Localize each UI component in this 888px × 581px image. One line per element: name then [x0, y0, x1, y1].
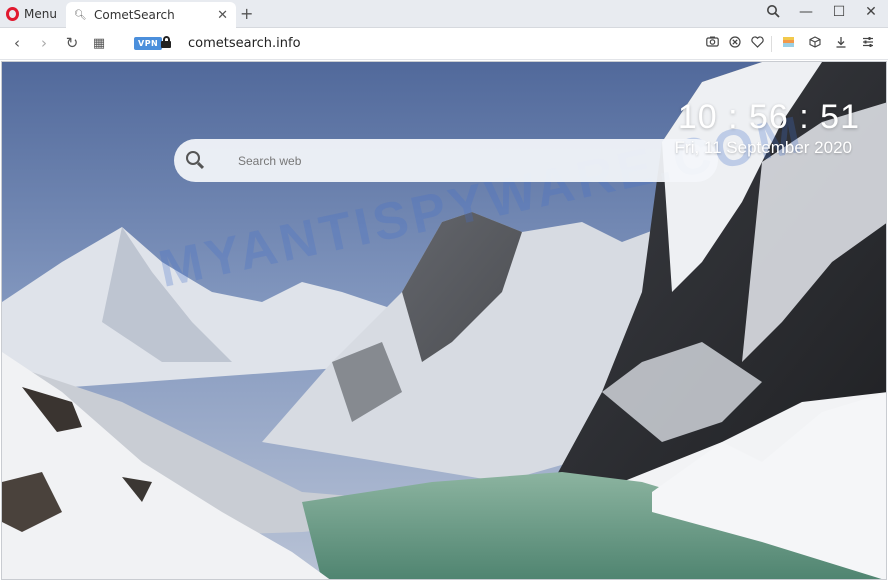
reload-button[interactable]: ↻ — [64, 34, 80, 52]
clock: 10 : 56 : 51 — [677, 98, 860, 136]
easy-setup-icon[interactable] — [861, 36, 875, 51]
vpn-badge[interactable]: VPN — [134, 37, 163, 50]
search-icon: 🔍︎ — [74, 9, 87, 21]
url-field[interactable]: cometsearch.info — [188, 36, 301, 51]
close-window-button[interactable]: ✕ — [861, 4, 881, 20]
search-tabs-icon[interactable] — [763, 4, 783, 22]
search-box[interactable] — [174, 139, 718, 182]
wallet-icon[interactable] — [781, 36, 795, 51]
tab-close-icon[interactable]: ✕ — [217, 8, 228, 23]
maximize-button[interactable]: ☐ — [829, 4, 849, 20]
address-bar: ‹ › ↻ ▦ VPN cometsearch.info — [0, 28, 888, 60]
minimize-button[interactable]: — — [796, 4, 816, 20]
forward-button[interactable]: › — [36, 34, 52, 52]
menu-label: Menu — [24, 7, 57, 21]
tab-title: CometSearch — [94, 8, 175, 22]
back-button[interactable]: ‹ — [9, 34, 25, 52]
camera-icon[interactable] — [705, 36, 719, 50]
heart-icon[interactable] — [750, 36, 764, 51]
new-tab-button[interactable]: + — [240, 4, 253, 23]
block-icon[interactable] — [728, 36, 742, 51]
opera-logo-icon — [6, 7, 19, 21]
tab-cometsearch[interactable]: 🔍︎ CometSearch ✕ — [66, 2, 236, 28]
opera-menu-button[interactable]: Menu — [6, 5, 57, 23]
cube-icon[interactable] — [808, 36, 822, 51]
search-icon — [186, 150, 206, 171]
speed-dial-icon[interactable]: ▦ — [91, 36, 107, 51]
lock-icon[interactable] — [161, 36, 171, 48]
new-tab-page: MYANTISPYWARE.COM 10 : 56 : 51 Fri, 11 S… — [1, 61, 887, 580]
date: Fri, 11 September 2020 — [674, 138, 852, 157]
tab-bar: Menu 🔍︎ CometSearch ✕ + — ☐ ✕ — [0, 0, 888, 28]
toolbar-divider — [771, 36, 772, 52]
search-input[interactable] — [238, 153, 678, 168]
download-icon[interactable] — [834, 36, 848, 51]
